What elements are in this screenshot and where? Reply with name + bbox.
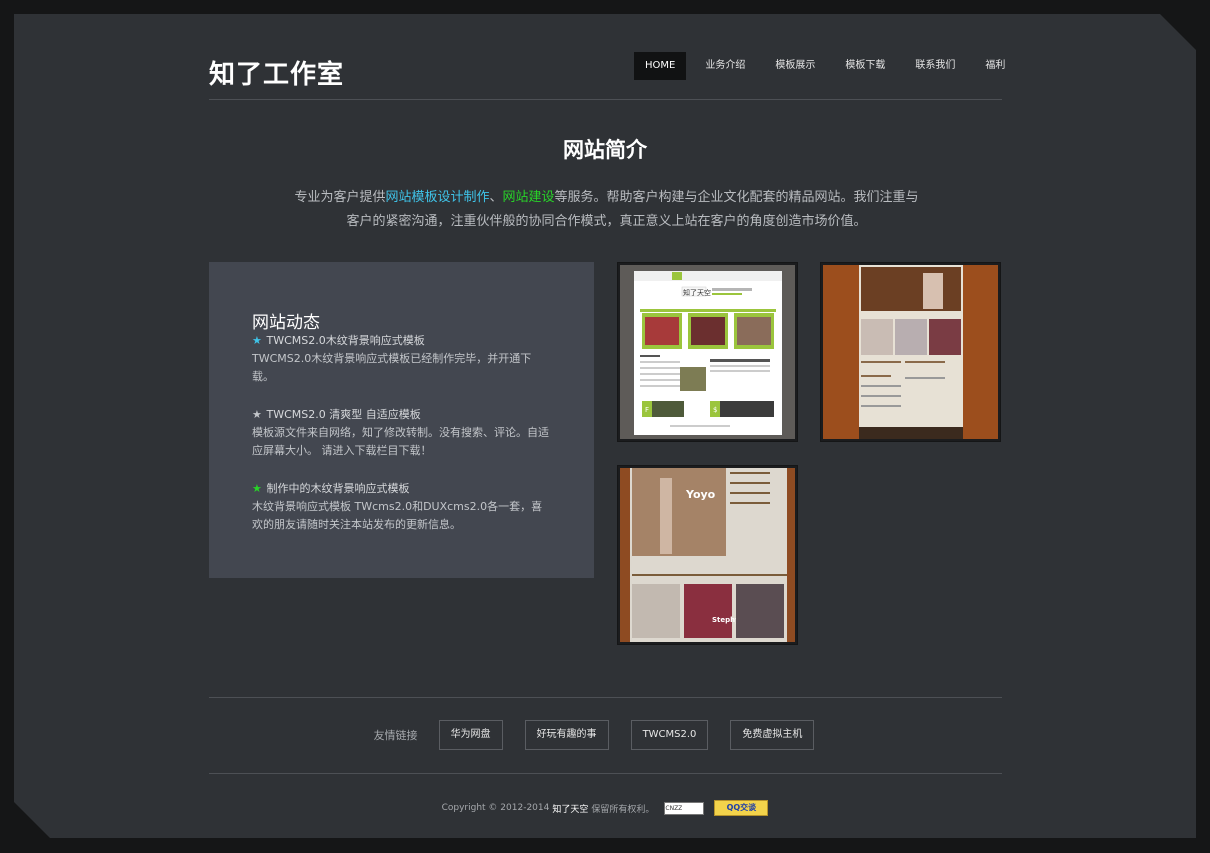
template-preview-image: Yoyo Stephy [620,468,795,642]
footer-divider [209,773,1002,774]
rights-text: 保留所有权利。 [591,804,655,815]
news-item: ★ TWCMS2.0木纹背景响应式模板 TWCMS2.0木纹背景响应式模板已经制… [252,332,552,386]
template-thumbnail-wood-2[interactable]: Yoyo Stephy [617,465,798,645]
template-card-label: $ [713,406,717,414]
nav-contact[interactable]: 联系我们 [904,52,966,80]
friend-link[interactable]: TWCMS2.0 [630,720,709,750]
intro-link-design[interactable]: 网站模板设计制作 [385,190,489,205]
friend-links-label: 友情链接 [373,729,418,742]
copyright-text: Copyright © 2012-2014 [441,803,550,813]
intro-line2: 客户的紧密沟通，注重伙伴般的协同合作模式，真正意义上站在客户的角度创造市场价值。 [346,214,867,229]
template-image-label: Stephy [712,616,740,624]
news-panel: 网站动态 ★ TWCMS2.0木纹背景响应式模板 TWCMS2.0木纹背景响应式… [209,262,594,578]
content-divider [209,697,1002,698]
nav-home[interactable]: HOME [634,52,687,80]
intro-text: 专业为客户提供网站模板设计制作、网站建设等服务。帮助客户构建与企业文化配套的精品… [269,186,944,234]
template-card-label: F [645,406,649,414]
news-item-head[interactable]: TWCMS2.0木纹背景响应式模板 [267,334,425,347]
template-thumbnail-light[interactable]: 知了天空 F $ [617,262,798,442]
friend-link[interactable]: 华为网盘 [438,720,503,750]
news-item-head[interactable]: TWCMS2.0 清爽型 自适应模板 [267,408,421,421]
news-title: 网站动态 [252,313,320,333]
qq-chat-icon[interactable]: QQ交谈 [714,800,769,816]
template-preview-image [823,265,998,439]
news-item: ★ 制作中的木纹背景响应式模板 木纹背景响应式模板 TWcms2.0和DUXcm… [252,480,552,534]
star-icon: ★ [252,408,262,421]
section-title: 网站简介 [563,138,647,162]
footer-brand[interactable]: 知了天空 [552,802,588,815]
template-logo: 知了天空 [683,288,711,297]
news-item-body: 模板源文件来自网络，知了修改转制。没有搜索、评论。自适应屏幕大小。 请进入下载栏… [252,426,549,457]
main-nav: HOME 业务介绍 模板展示 模板下载 联系我们 福利 [634,52,1016,80]
template-preview-image: 知了天空 F $ [634,271,782,435]
friend-link[interactable]: 好玩有趣的事 [524,720,609,750]
intro-suffix: 等服务。帮助客户构建与企业文化配套的精品网站。我们注重与 [554,190,919,205]
footer: Copyright © 2012-2014 知了天空 保留所有权利。 CNZZ … [14,796,1196,820]
news-item-body: TWCMS2.0木纹背景响应式模板已经制作完毕，并开通下载。 [252,352,532,383]
news-item: ★ TWCMS2.0 清爽型 自适应模板 模板源文件来自网络，知了修改转制。没有… [252,406,552,460]
cnzz-badge-icon[interactable]: CNZZ [664,801,705,815]
news-item-head[interactable]: 制作中的木纹背景响应式模板 [267,482,410,495]
page-frame: 知了工作室 HOME 业务介绍 模板展示 模板下载 联系我们 福利 网站简介 专… [14,14,1196,838]
nav-downloads[interactable]: 模板下载 [834,52,896,80]
news-item-body: 木纹背景响应式模板 TWcms2.0和DUXcms2.0各一套，喜欢的朋友请随时… [252,500,543,531]
intro-prefix: 专业为客户提供 [294,190,386,205]
star-icon: ★ [252,334,262,347]
nav-welfare[interactable]: 福利 [974,52,1016,80]
intro-sep: 、 [489,190,503,205]
template-thumbnail-wood[interactable] [820,262,1001,442]
template-caption: Yoyo [685,488,716,501]
intro-link-build[interactable]: 网站建设 [503,190,555,205]
friend-link[interactable]: 免费虚拟主机 [730,720,815,750]
nav-services[interactable]: 业务介绍 [694,52,756,80]
header-divider [209,99,1002,100]
star-icon: ★ [252,482,262,495]
site-logo[interactable]: 知了工作室 [209,54,344,91]
friend-links: 友情链接 华为网盘 好玩有趣的事 TWCMS2.0 免费虚拟主机 [14,720,1196,750]
nav-templates[interactable]: 模板展示 [764,52,826,80]
